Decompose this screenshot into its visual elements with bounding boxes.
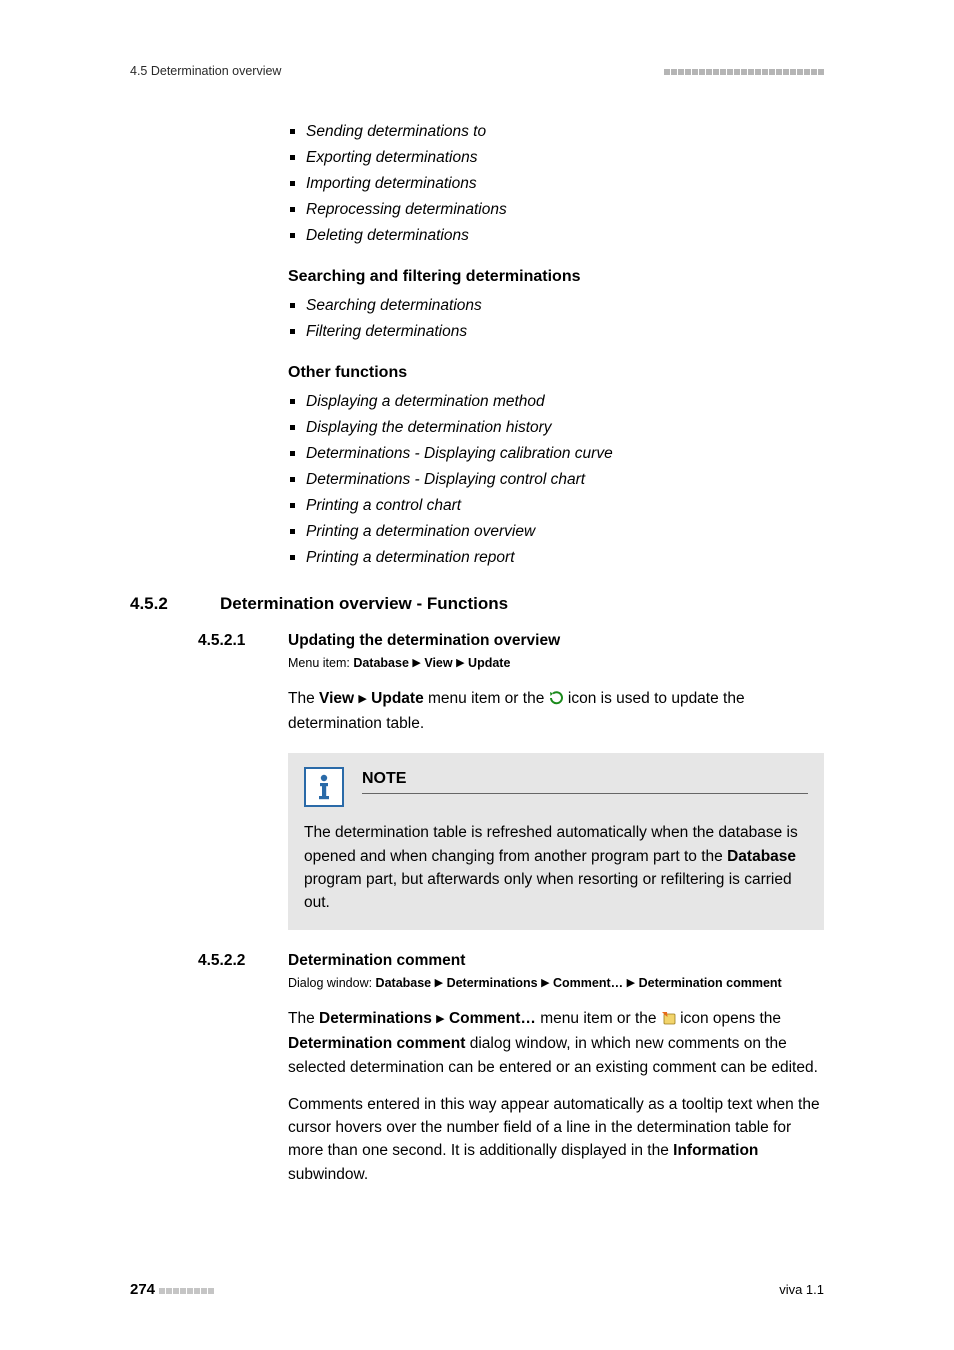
page-header: 4.5 Determination overview xyxy=(130,64,824,78)
subsection-title: Determination comment xyxy=(288,952,465,970)
subsection-heading: 4.5.2.2 Determination comment xyxy=(198,952,824,970)
dialog-path: Dialog window: Database ▶ Determinations… xyxy=(288,974,824,993)
note-title: NOTE xyxy=(362,767,808,794)
info-icon xyxy=(304,767,344,807)
section-title: Determination overview - Functions xyxy=(220,594,508,614)
triangle-icon: ▶ xyxy=(435,977,443,989)
triangle-icon: ▶ xyxy=(627,977,635,989)
paragraph: The Determinations ▶ Comment… menu item … xyxy=(288,1007,824,1079)
list-item: Reprocessing determinations xyxy=(306,198,824,222)
subsection-number: 4.5.2.2 xyxy=(198,952,288,970)
body-content: Sending determinations to Exporting dete… xyxy=(288,120,824,570)
list-item: Filtering determinations xyxy=(306,320,824,344)
note-text: The determination table is refreshed aut… xyxy=(304,821,808,914)
triangle-icon: ▶ xyxy=(358,693,366,705)
list-item: Exporting determinations xyxy=(306,146,824,170)
footer-left: 274 xyxy=(130,1281,215,1298)
breadcrumb: 4.5 Determination overview xyxy=(130,64,281,78)
list-item: Determinations - Displaying control char… xyxy=(306,468,824,492)
refresh-icon xyxy=(549,689,564,712)
subsection-number: 4.5.2.1 xyxy=(198,632,288,650)
subsection-body: Menu item: Database ▶ View ▶ Update The … xyxy=(288,654,824,930)
paragraph: Comments entered in this way appear auto… xyxy=(288,1093,824,1186)
product-name: viva 1.1 xyxy=(779,1282,824,1297)
paragraph: The View ▶ Update menu item or the icon … xyxy=(288,687,824,736)
list-item: Printing a determination report xyxy=(306,546,824,570)
list-item: Printing a control chart xyxy=(306,494,824,518)
list-search: Searching determinations Filtering deter… xyxy=(288,294,824,344)
list-item: Deleting determinations xyxy=(306,224,824,248)
section-heading: 4.5.2 Determination overview - Functions xyxy=(130,594,824,614)
list-item: Displaying a determination method xyxy=(306,390,824,414)
list-item: Searching determinations xyxy=(306,294,824,318)
menu-path: Menu item: Database ▶ View ▶ Update xyxy=(288,654,824,673)
list-first: Sending determinations to Exporting dete… xyxy=(288,120,824,248)
section-number: 4.5.2 xyxy=(130,594,220,614)
header-dots xyxy=(663,64,824,78)
page-number: 274 xyxy=(130,1281,155,1298)
subsection-heading: 4.5.2.1 Updating the determination overv… xyxy=(198,632,824,650)
subsection-title: Updating the determination overview xyxy=(288,632,560,650)
footer-dots xyxy=(159,1282,215,1297)
triangle-icon: ▶ xyxy=(541,977,549,989)
list-item: Displaying the determination history xyxy=(306,416,824,440)
list-item: Importing determinations xyxy=(306,172,824,196)
subheading-other: Other functions xyxy=(288,364,824,382)
triangle-icon: ▶ xyxy=(456,657,464,669)
list-item: Determinations - Displaying calibration … xyxy=(306,442,824,466)
triangle-icon: ▶ xyxy=(436,1013,444,1025)
triangle-icon: ▶ xyxy=(412,657,420,669)
list-item: Printing a determination overview xyxy=(306,520,824,544)
note-header: NOTE xyxy=(304,767,808,807)
list-item: Sending determinations to xyxy=(306,120,824,144)
page-footer: 274 viva 1.1 xyxy=(130,1281,824,1298)
page: 4.5 Determination overview Sending deter… xyxy=(0,0,954,1350)
list-other: Displaying a determination method Displa… xyxy=(288,390,824,570)
note-box: NOTE The determination table is refreshe… xyxy=(288,753,824,930)
subheading-search: Searching and filtering determinations xyxy=(288,268,824,286)
comment-icon xyxy=(661,1009,676,1032)
subsection-body: Dialog window: Database ▶ Determinations… xyxy=(288,974,824,1186)
